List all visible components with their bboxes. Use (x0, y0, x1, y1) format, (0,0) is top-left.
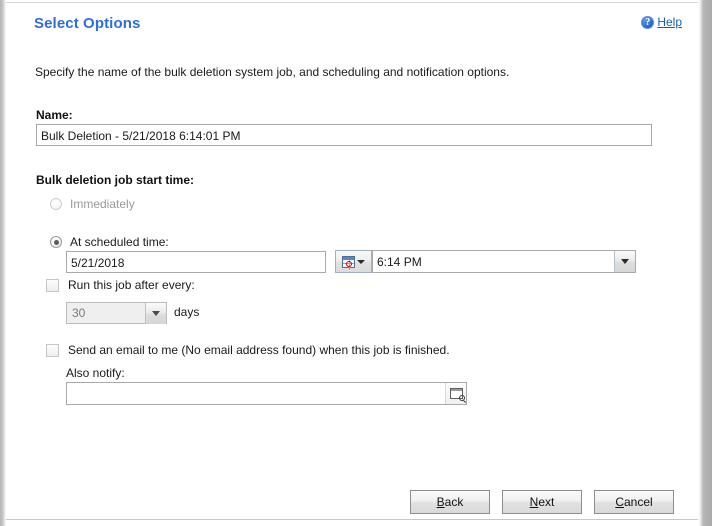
radio-at-scheduled-time[interactable]: At scheduled time: (50, 235, 169, 249)
recurrence-unit-label: days (174, 305, 200, 319)
footer-button-row: Back Next Cancel (6, 490, 698, 519)
checkbox-send-email-indicator (46, 344, 59, 357)
help-link-label: Help (657, 15, 682, 29)
also-notify-label: Also notify: (66, 366, 125, 380)
back-button-label: ack (444, 495, 464, 509)
scheduled-date-input[interactable]: 5/21/2018 (66, 251, 326, 273)
also-notify-input[interactable] (66, 382, 467, 405)
radio-at-scheduled-time-indicator (50, 236, 62, 248)
name-label: Name: (36, 108, 73, 122)
start-time-label: Bulk deletion job start time: (36, 173, 195, 187)
dialog-header: Select Options ? Help (6, 3, 698, 49)
radio-at-scheduled-time-label: At scheduled time: (70, 235, 169, 249)
recurrence-interval-dropdown-button[interactable] (145, 302, 166, 324)
job-name-input[interactable]: Bulk Deletion - 5/21/2018 6:14:01 PM (36, 124, 652, 146)
cancel-button-label: ancel (623, 495, 653, 509)
checkbox-send-email-label: Send an email to me (No email address fo… (68, 343, 450, 357)
checkbox-run-after-every-indicator (46, 279, 59, 292)
recurrence-interval-value: 30 (72, 306, 86, 320)
instruction-text: Specify the name of the bulk deletion sy… (35, 65, 510, 79)
date-picker-button[interactable] (335, 250, 372, 273)
next-button-label: ext (538, 495, 555, 509)
checkbox-run-after-every[interactable]: Run this job after every: (46, 278, 195, 292)
scheduled-time-dropdown-button[interactable] (614, 251, 635, 272)
checkbox-send-email[interactable]: Send an email to me (No email address fo… (46, 343, 450, 357)
checkbox-run-after-every-label: Run this job after every: (68, 278, 195, 292)
scheduled-time-combo[interactable]: 6:14 PM (372, 250, 636, 273)
radio-immediately-indicator (50, 198, 62, 210)
cancel-button[interactable]: Cancel (594, 490, 674, 514)
cancel-button-accel: C (615, 495, 624, 509)
scheduled-time-value: 6:14 PM (377, 254, 422, 269)
screenshot-root: Select Options ? Help Specify the name o… (0, 0, 712, 526)
back-button[interactable]: Back (410, 490, 490, 514)
chevron-down-icon (152, 310, 160, 316)
back-button-accel: B (436, 495, 445, 509)
question-circle-icon: ? (641, 15, 655, 29)
next-button[interactable]: Next (502, 490, 582, 514)
chevron-down-icon (357, 259, 365, 264)
chevron-down-icon (621, 259, 629, 264)
help-link[interactable]: ? Help (641, 15, 682, 29)
wizard-page: Select Options ? Help Specify the name o… (6, 2, 698, 520)
calendar-icon (342, 255, 355, 270)
page-title: Select Options (34, 15, 141, 32)
next-button-accel: N (529, 495, 539, 509)
lookup-search-icon (449, 388, 465, 401)
radio-immediately[interactable]: Immediately (50, 197, 135, 211)
radio-immediately-label: Immediately (70, 197, 135, 211)
recurrence-interval-combo[interactable]: 30 (66, 302, 167, 324)
also-notify-lookup-button[interactable] (445, 383, 466, 404)
